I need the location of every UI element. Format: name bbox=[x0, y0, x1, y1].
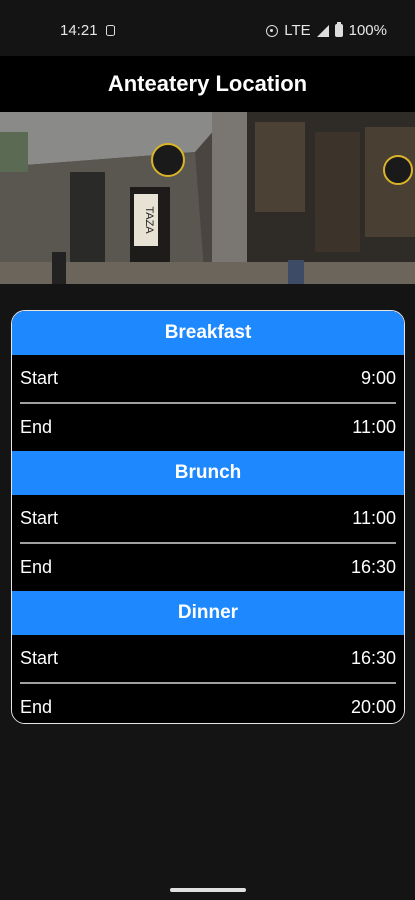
time-value: 16:30 bbox=[350, 648, 396, 668]
status-right: LTE 100% bbox=[266, 22, 387, 39]
storefront-image: TAZA bbox=[0, 112, 415, 284]
time-value: 9:00 bbox=[360, 368, 396, 388]
signal-icon bbox=[316, 24, 329, 37]
data-saver-icon bbox=[266, 24, 279, 37]
storage-icon bbox=[105, 25, 115, 36]
location-photo: TAZA bbox=[0, 112, 415, 284]
time-row: End 11:00 bbox=[12, 404, 404, 451]
time-value: 16:30 bbox=[350, 557, 396, 577]
time-value: 11:00 bbox=[352, 417, 396, 437]
storefront-sign: TAZA bbox=[143, 206, 155, 234]
time-value: 20:00 bbox=[350, 697, 396, 717]
meal-section-breakfast: Breakfast Start 9:00 End 11:00 bbox=[12, 311, 404, 451]
meal-header: Breakfast bbox=[12, 311, 404, 355]
time-row: Start 16:30 bbox=[12, 635, 404, 682]
battery-level: 100% bbox=[348, 22, 387, 39]
time-row: Start 9:00 bbox=[12, 355, 404, 402]
gesture-nav-handle[interactable] bbox=[170, 888, 246, 892]
page-title: Anteatery Location bbox=[107, 71, 308, 96]
status-left: 14:21 bbox=[60, 22, 115, 39]
network-type: LTE bbox=[284, 22, 311, 39]
meal-section-dinner: Dinner Start 16:30 End 20:00 bbox=[12, 591, 404, 723]
status-time: 14:21 bbox=[60, 22, 98, 39]
meal-header: Brunch bbox=[12, 451, 404, 495]
meal-schedule-card: Breakfast Start 9:00 End 11:00 Brunch St… bbox=[11, 310, 405, 724]
status-bar: 14:21 LTE 100% bbox=[0, 0, 415, 56]
time-label: End bbox=[20, 417, 53, 437]
meal-section-brunch: Brunch Start 11:00 End 16:30 bbox=[12, 451, 404, 591]
time-row: Start 11:00 bbox=[12, 495, 404, 542]
time-row: End 20:00 bbox=[12, 684, 404, 723]
time-label: End bbox=[20, 697, 53, 717]
meal-header: Dinner bbox=[12, 591, 404, 635]
battery-icon bbox=[334, 22, 343, 37]
time-row: End 16:30 bbox=[12, 544, 404, 591]
time-label: Start bbox=[20, 648, 59, 668]
app-bar: Anteatery Location bbox=[0, 56, 415, 112]
time-label: End bbox=[20, 557, 53, 577]
time-label: Start bbox=[20, 368, 59, 388]
time-value: 11:00 bbox=[352, 508, 396, 528]
time-label: Start bbox=[20, 508, 59, 528]
